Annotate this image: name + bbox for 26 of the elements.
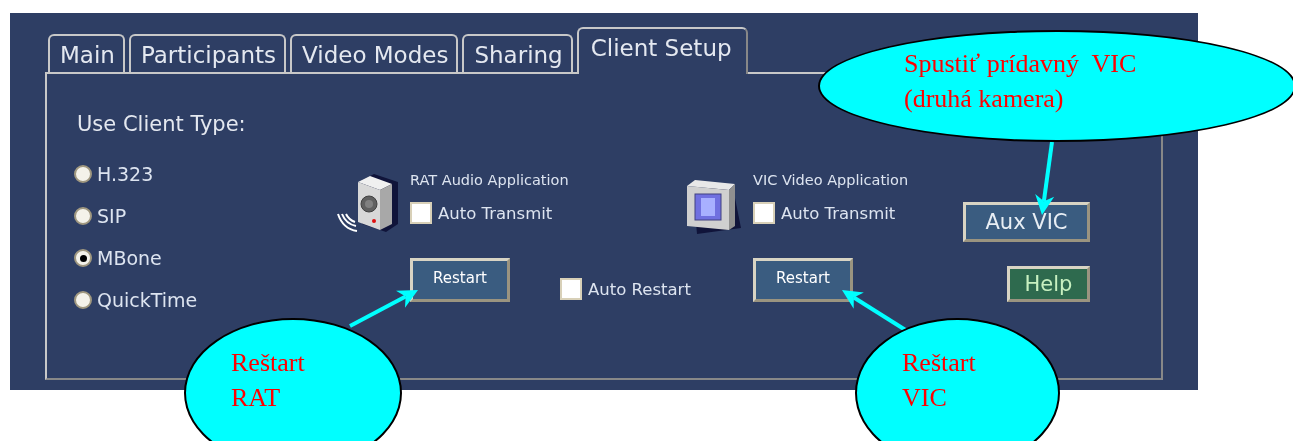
- section-label: Use Client Type:: [77, 112, 247, 136]
- radio-indicator[interactable]: [74, 291, 92, 309]
- callout-text: Reštart RAT: [231, 347, 305, 414]
- aux-vic-button[interactable]: Aux VIC: [963, 202, 1090, 242]
- restart-button[interactable]: Restart: [410, 258, 510, 302]
- radio-indicator[interactable]: [74, 207, 92, 225]
- checkbox[interactable]: Auto Transmit: [753, 202, 896, 224]
- callout-text: Spustiť prídavný VIC (druhá kamera): [904, 48, 1137, 115]
- tab[interactable]: Participants: [128, 34, 286, 72]
- tab[interactable]: Video Modes: [290, 34, 459, 72]
- radio-indicator[interactable]: [74, 249, 92, 267]
- radio-option[interactable]: SIP: [74, 195, 335, 237]
- radio-option[interactable]: MBone: [74, 237, 335, 279]
- radio-indicator[interactable]: [74, 165, 92, 183]
- app-title: VIC Video Application: [753, 171, 909, 190]
- help-button[interactable]: Help: [1007, 265, 1090, 302]
- radio-option[interactable]: H.323: [74, 153, 335, 195]
- tab[interactable]: Client Setup: [576, 27, 748, 74]
- tab[interactable]: Sharing: [462, 34, 573, 72]
- restart-button[interactable]: Restart: [753, 258, 853, 302]
- app-title: RAT Audio Application: [410, 171, 569, 190]
- callout-text: Reštart VIC: [902, 347, 976, 414]
- pointer-arrow: [349, 290, 418, 328]
- tab[interactable]: Main: [48, 34, 125, 72]
- checkbox[interactable]: Auto Transmit: [410, 202, 553, 224]
- checkbox[interactable]: Auto Restart: [560, 278, 691, 300]
